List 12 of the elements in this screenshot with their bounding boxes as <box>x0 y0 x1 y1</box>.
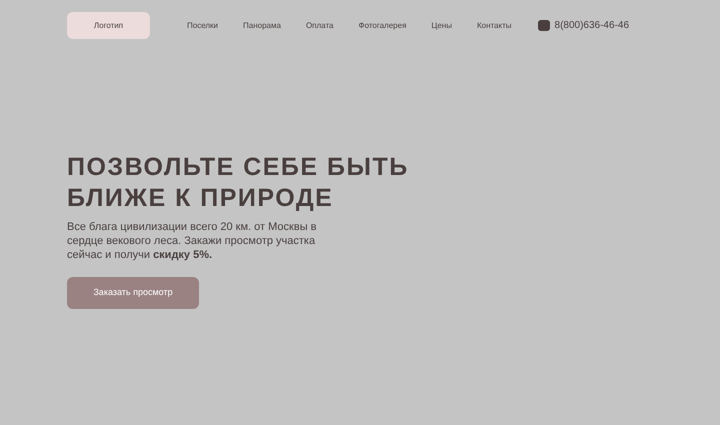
order-button[interactable]: Заказать просмотр <box>67 277 199 309</box>
hero-text: Все блага цивилизации всего 20 км. от Москвы в сердце векового леса. Закажи просмотр участка сейчас и получи скидку 5%. <box>67 220 318 262</box>
phone-number[interactable]: 8(800)636-46-46 <box>554 18 630 33</box>
nav-link[interactable]: Поселки <box>187 20 218 32</box>
nav-link[interactable]: Цены <box>431 20 452 32</box>
hero-title: ПОЗВОЛЬТЕ СЕБЕ БЫТЬ <box>67 152 410 183</box>
nav-link[interactable]: Контакты <box>476 20 512 32</box>
logo[interactable]: Логотип <box>67 12 150 39</box>
hero-title: БЛИЖЕ К ПРИРОДЕ <box>67 183 334 214</box>
nav-link[interactable]: Фотогалерея <box>358 20 406 32</box>
nav-link[interactable]: Оплата <box>306 20 334 32</box>
nav-link[interactable]: Панорама <box>243 20 281 32</box>
